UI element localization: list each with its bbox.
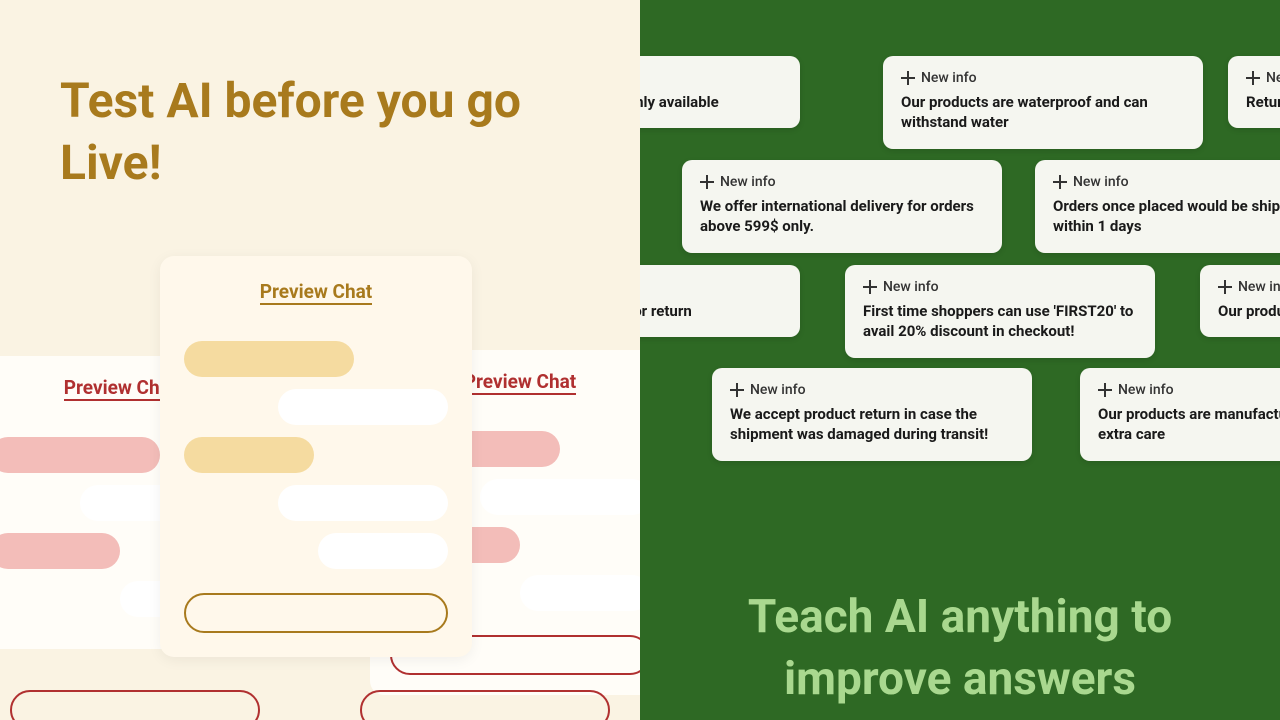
info-card-text: Our products are manufactured for extra … — [1098, 404, 1280, 445]
chat-bubble — [278, 389, 448, 425]
info-card-text: would be accepted for return — [640, 301, 782, 321]
new-info-label: New info — [863, 279, 1137, 295]
plus-icon — [901, 71, 915, 85]
new-info-label: New info — [1218, 279, 1280, 295]
info-card[interactable]: New info First time shoppers can use 'FI… — [845, 265, 1155, 358]
right-panel: New info cash on delivery is only availa… — [640, 0, 1280, 720]
new-info-label: New info — [901, 70, 1185, 86]
info-card[interactable]: New info We accept product return in cas… — [712, 368, 1032, 461]
chat-bubble — [480, 479, 640, 515]
info-card[interactable]: New info Our products are waterproof and… — [883, 56, 1203, 149]
info-card-text: cash on delivery is only available — [640, 92, 782, 112]
plus-icon — [1218, 280, 1232, 294]
new-info-label: New info — [730, 382, 1014, 398]
info-card[interactable]: New info cash on delivery is only availa… — [640, 56, 800, 128]
bottom-pills — [10, 690, 610, 720]
info-card[interactable]: New info Returns is not a — [1228, 56, 1280, 128]
new-info-label: New info — [700, 174, 984, 190]
chat-bubble — [520, 575, 640, 611]
info-card-text: Our products are water — [1218, 301, 1280, 321]
info-card-text: We offer international delivery for orde… — [700, 196, 984, 237]
new-info-label: New info — [640, 279, 782, 295]
preview-chat-link[interactable]: Preview Chat — [260, 280, 372, 305]
plus-icon — [700, 175, 714, 189]
new-info-label: New info — [1053, 174, 1280, 190]
new-info-label: New info — [1246, 70, 1280, 86]
chat-input[interactable] — [184, 593, 448, 633]
new-info-label: New info — [1098, 382, 1280, 398]
chat-bubble — [278, 485, 448, 521]
info-card[interactable]: New info Our products are manufactured f… — [1080, 368, 1280, 461]
left-panel: Test AI before you go Live! Preview Chat… — [0, 0, 640, 720]
new-info-label: New info — [640, 70, 782, 86]
info-card[interactable]: New info Orders once placed would be shi… — [1035, 160, 1280, 253]
chat-bubble — [0, 437, 160, 473]
info-card-text: Orders once placed would be shipped with… — [1053, 196, 1280, 237]
plus-icon — [1053, 175, 1067, 189]
info-card[interactable]: New info We offer international delivery… — [682, 160, 1002, 253]
plus-icon — [1246, 71, 1260, 85]
chat-input-outline[interactable] — [10, 690, 260, 720]
plus-icon — [1098, 383, 1112, 397]
chat-input-outline[interactable] — [360, 690, 610, 720]
plus-icon — [863, 280, 877, 294]
info-card-text: Our products are waterproof and can with… — [901, 92, 1185, 133]
chat-bubble — [0, 533, 120, 569]
info-card-text: First time shoppers can use 'FIRST20' to… — [863, 301, 1137, 342]
chat-bubble — [184, 437, 314, 473]
info-card-text: Returns is not a — [1246, 92, 1280, 112]
info-card[interactable]: New info Our products are water — [1200, 265, 1280, 337]
chat-bubble — [318, 533, 448, 569]
info-card-text: We accept product return in case the shi… — [730, 404, 1014, 445]
plus-icon — [730, 383, 744, 397]
chat-bubble — [184, 341, 354, 377]
preview-card-main: Preview Chat — [160, 256, 472, 657]
preview-chat-link[interactable]: Preview Chat — [464, 370, 576, 395]
right-heading: Teach AI anything to improve answers — [640, 586, 1280, 710]
info-card[interactable]: New info would be accepted for return — [640, 265, 800, 337]
left-heading: Test AI before you go Live! — [60, 70, 560, 195]
